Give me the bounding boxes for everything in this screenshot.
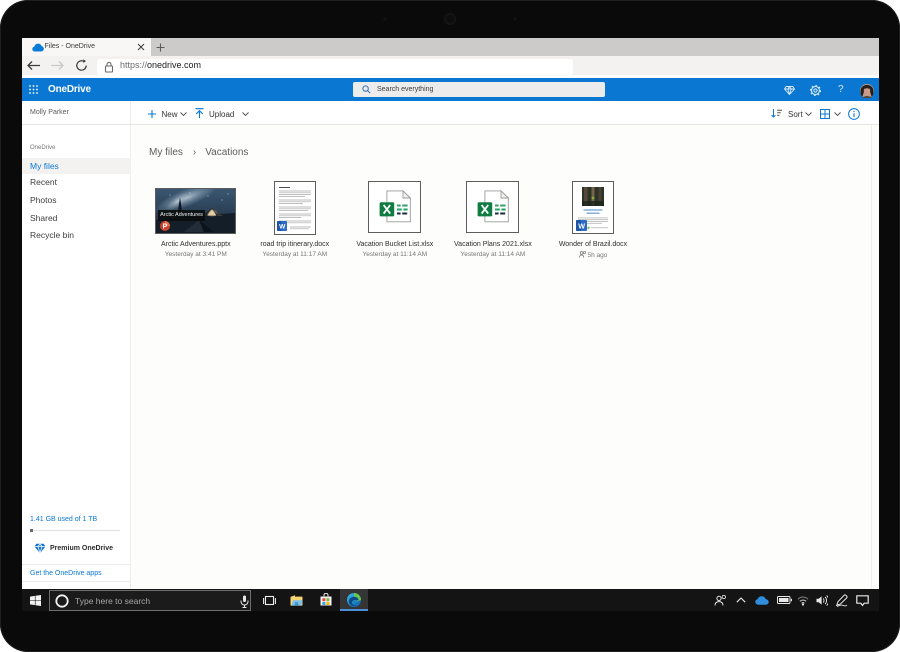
- svg-text:P: P: [162, 223, 167, 230]
- svg-text:W: W: [578, 221, 585, 230]
- svg-text:W: W: [279, 223, 286, 230]
